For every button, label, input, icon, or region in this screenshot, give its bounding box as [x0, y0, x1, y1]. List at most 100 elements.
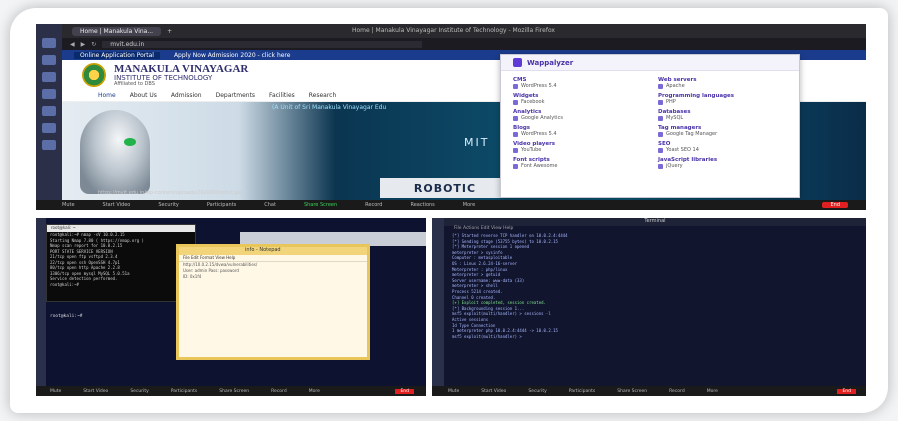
notepad-line: ID: 0x1f4	[183, 274, 202, 279]
new-tab-button[interactable]: +	[167, 28, 172, 35]
security-button[interactable]: Security	[130, 389, 148, 394]
tech-category: CMS WordPress 5.4	[513, 77, 642, 93]
terminal-window[interactable]: root@kali: ~ root@kali:~# nmap -sV 10.0.…	[46, 224, 196, 302]
tech-category: Video players YouTube	[513, 141, 642, 157]
college-name-block: MANAKULA VINAYAGAR INSTITUTE OF TECHNOLO…	[114, 62, 249, 87]
app-icon[interactable]	[42, 38, 56, 48]
record-button[interactable]: Record	[365, 202, 382, 208]
tech-item[interactable]: jQuery	[658, 163, 787, 169]
tech-item[interactable]: PHP	[658, 99, 787, 105]
start-video-button[interactable]: Start Video	[83, 389, 108, 394]
tech-icon	[513, 131, 518, 137]
address-input[interactable]: mvit.edu.in	[102, 40, 423, 48]
nav-departments[interactable]: Departments	[216, 92, 255, 99]
browser-tab[interactable]: Home | Manakula Vina...	[72, 26, 162, 36]
tech-item[interactable]: Font Awesome	[513, 163, 642, 169]
tech-icon	[658, 147, 663, 153]
app-icon[interactable]	[42, 89, 56, 99]
security-button[interactable]: Security	[528, 389, 546, 394]
app-icon[interactable]	[42, 55, 56, 65]
tech-label: Font Awesome	[521, 163, 558, 169]
nav-admission[interactable]: Admission	[171, 92, 202, 99]
tech-category: Analytics Google Analytics	[513, 109, 642, 125]
security-button[interactable]: Security	[158, 202, 179, 208]
notepad-window[interactable]: info - Notepad File Edit Format View Hel…	[176, 244, 370, 360]
tech-label: PHP	[666, 99, 676, 105]
screenshot-terminal-notepad: root@kali: ~ root@kali:~# nmap -sV 10.0.…	[36, 218, 426, 396]
nav-facilities[interactable]: Facilities	[269, 92, 295, 99]
terminal-line: msf5 exploit(multi/handler) >	[452, 333, 522, 339]
terminal-title: root@kali: ~	[47, 225, 195, 232]
app-icon[interactable]	[42, 140, 56, 150]
reactions-button[interactable]: Reactions	[410, 202, 434, 208]
tech-item[interactable]: YouTube	[513, 147, 642, 153]
start-video-button[interactable]: Start Video	[103, 202, 131, 208]
status-url: https://mvit.edu.in/wp-content/uploads/2…	[98, 190, 243, 196]
tech-item[interactable]: Google Analytics	[513, 115, 642, 121]
mute-button[interactable]: Mute	[50, 389, 61, 394]
college-name: MANAKULA VINAYAGAR	[114, 62, 249, 75]
tech-item[interactable]: Facebook	[513, 99, 642, 105]
record-button[interactable]: Record	[669, 389, 685, 394]
more-button[interactable]: More	[309, 389, 320, 394]
participants-button[interactable]: Participants	[171, 389, 197, 394]
participants-button[interactable]: Participants	[569, 389, 595, 394]
screenshot-metasploit: Terminal File Actions Edit View Help [*]…	[432, 218, 866, 396]
tech-icon	[658, 115, 663, 121]
apply-link[interactable]: Online Application Portal	[74, 51, 160, 59]
robot-eye	[124, 138, 136, 146]
reload-icon[interactable]: ↻	[91, 41, 96, 48]
more-button[interactable]: More	[463, 202, 475, 208]
start-video-button[interactable]: Start Video	[481, 389, 506, 394]
mute-button[interactable]: Mute	[62, 202, 75, 208]
tech-item[interactable]: Apache	[658, 83, 787, 89]
app-icon[interactable]	[42, 123, 56, 133]
college-tag: Affiliated to DBS	[114, 80, 155, 87]
mute-button[interactable]: Mute	[448, 389, 459, 394]
robotics-button[interactable]: ROBOTIC	[380, 178, 510, 198]
tech-icon	[658, 99, 663, 105]
nav-about[interactable]: About Us	[130, 92, 157, 99]
app-icon[interactable]	[42, 72, 56, 82]
wappalyzer-header: Wappalyzer	[501, 55, 799, 71]
end-meeting-button[interactable]: End	[395, 388, 414, 394]
nav-home[interactable]: Home	[98, 92, 116, 99]
record-button[interactable]: Record	[271, 389, 287, 394]
meeting-toolbar: Mute Start Video Security Participants S…	[432, 386, 866, 396]
os-sidebar	[432, 218, 444, 386]
shell-prompt[interactable]: root@kali:~#	[50, 314, 83, 319]
nav-research[interactable]: Research	[309, 92, 337, 99]
share-screen-button[interactable]: Share Screen	[304, 202, 337, 208]
tech-label: jQuery	[666, 163, 683, 169]
share-screen-button[interactable]: Share Screen	[219, 389, 249, 394]
end-meeting-button[interactable]: End	[837, 388, 856, 394]
admission-link[interactable]: Apply Now Admission 2020 - click here	[174, 52, 291, 59]
tech-item[interactable]: WordPress 5.4	[513, 83, 642, 89]
browser-window: Home | Manakula Vina... + Home | Manakul…	[62, 24, 866, 200]
url-bar: ◀ ▶ ↻ mvit.edu.in	[62, 38, 866, 50]
tab-bar: Home | Manakula Vina... + Home | Manakul…	[62, 24, 866, 38]
app-icon[interactable]	[42, 106, 56, 116]
participants-button[interactable]: Participants	[207, 202, 236, 208]
tech-item[interactable]: MySQL	[658, 115, 787, 121]
tech-item[interactable]: Google Tag Manager	[658, 131, 787, 137]
forward-icon[interactable]: ▶	[81, 41, 86, 48]
tech-item[interactable]: Yoast SEO 14	[658, 147, 787, 153]
tech-item[interactable]: WordPress 5.4	[513, 131, 642, 137]
share-screen-button[interactable]: Share Screen	[617, 389, 647, 394]
back-icon[interactable]: ◀	[70, 41, 75, 48]
terminal-window[interactable]: Terminal File Actions Edit View Help [*]…	[444, 218, 866, 386]
terminal-menu[interactable]: File Actions Edit View Help	[444, 226, 866, 233]
notepad-title: info - Notepad	[179, 247, 367, 255]
college-logo[interactable]	[82, 63, 106, 87]
chat-button[interactable]: Chat	[264, 202, 276, 208]
tech-category: Blogs WordPress 5.4	[513, 125, 642, 141]
more-button[interactable]: More	[707, 389, 718, 394]
tech-label: WordPress 5.4	[521, 131, 557, 137]
tech-label: Google Tag Manager	[666, 131, 718, 137]
meeting-toolbar: Mute Start Video Security Participants S…	[36, 386, 426, 396]
tech-icon	[513, 99, 518, 105]
end-meeting-button[interactable]: End	[822, 202, 848, 208]
notepad-menu[interactable]: File Edit Format View Help	[179, 255, 367, 262]
tech-label: Yoast SEO 14	[666, 147, 699, 153]
